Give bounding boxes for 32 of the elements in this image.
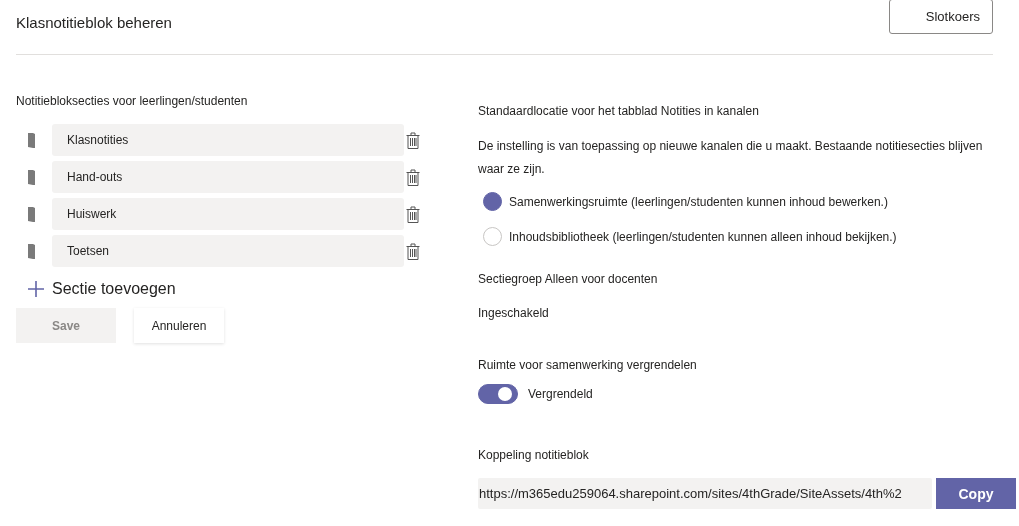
drag-handle-icon[interactable] [28, 243, 35, 259]
link-field[interactable]: https://m365edu259064.sharepoint.com/sites/4thGrade/SiteAssets/4th%2 [478, 478, 932, 509]
section-name-field[interactable]: Klasnotities [52, 124, 404, 156]
radio-label[interactable]: Samenwerkingsruimte (leerlingen/studenten kunnen inhoud bewerken.) [509, 194, 888, 209]
plus-icon [28, 281, 44, 297]
delete-icon[interactable] [406, 205, 420, 223]
location-heading: Standaardlocatie voor het tabblad Notities in kanalen [478, 104, 759, 118]
add-section-button[interactable]: Sectie toevoegen [16, 280, 176, 298]
delete-icon[interactable] [406, 168, 420, 186]
sections-heading: Notitiebloksecties voor leerlingen/studenten [16, 94, 248, 108]
lock-toggle[interactable] [478, 384, 518, 404]
toggle-label: Vergrendeld [528, 387, 593, 401]
teacher-group-heading: Sectiegroep Alleen voor docenten [478, 272, 658, 286]
radio-button[interactable] [483, 227, 502, 246]
radio-label[interactable]: Inhoudsbibliotheek (leerlingen/studenten kunnen alleen inhoud bekijken.) [509, 229, 897, 244]
cancel-button[interactable]: Annuleren [134, 308, 224, 343]
drag-handle-icon[interactable] [28, 132, 35, 148]
copy-button[interactable]: Copy [936, 478, 1016, 509]
section-name-field[interactable]: Toetsen [52, 235, 404, 267]
close-button[interactable]: Slotkoers [888, 0, 993, 34]
delete-icon[interactable] [406, 242, 420, 260]
radio-button[interactable] [483, 192, 502, 211]
drag-handle-icon[interactable] [28, 206, 35, 222]
drag-handle-icon[interactable] [28, 169, 35, 185]
delete-icon[interactable] [406, 131, 420, 149]
page-title: Klasnotitieblok beheren [16, 14, 172, 31]
location-description: De instelling is van toepassing op nieuwe kanalen die u maakt. Bestaande notitiesecties blijven waar ze zijn. [478, 138, 984, 178]
section-name-field[interactable]: Huiswerk [52, 198, 404, 230]
lock-heading: Ruimte voor samenwerking vergrendelen [478, 358, 697, 372]
teacher-group-status: Ingeschakeld [478, 306, 549, 320]
section-name-field[interactable]: Hand-outs [52, 161, 404, 193]
link-heading: Koppeling notitieblok [478, 448, 589, 462]
